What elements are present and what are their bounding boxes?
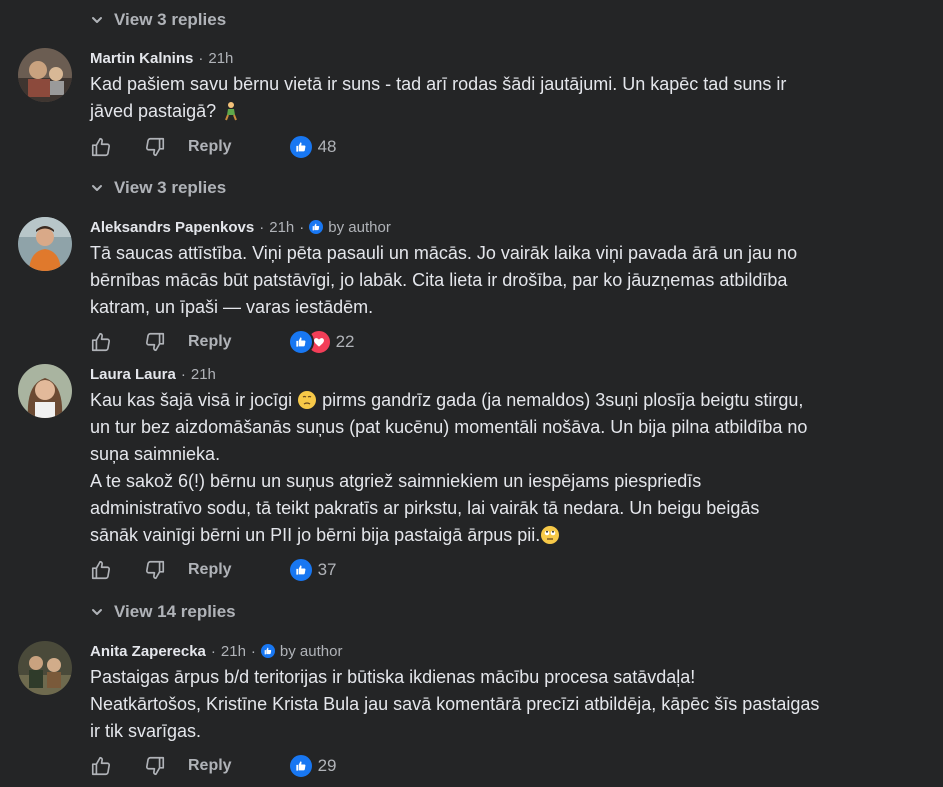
reactions-summary[interactable]: 29 — [287, 753, 337, 779]
comment-author[interactable]: Aleksandrs Papenkovs — [90, 219, 254, 236]
comment-time[interactable]: 21h — [269, 219, 294, 236]
thumbs-down-icon[interactable] — [144, 331, 166, 353]
reply-button[interactable]: Reply — [188, 561, 232, 579]
thumbs-up-icon[interactable] — [90, 559, 112, 581]
reply-button[interactable]: Reply — [188, 757, 232, 775]
comment-text: Kad pašiem savu bērnu vietā ir suns - ta… — [90, 74, 787, 121]
view-replies-button[interactable]: View 3 replies — [90, 9, 226, 31]
view-replies-label: View 3 replies — [114, 10, 227, 29]
reaction-count: 29 — [317, 756, 337, 775]
comment-text: Tā saucas attīstība. Viņi pēta pasauli u… — [90, 243, 798, 317]
thumbs-up-icon[interactable] — [90, 755, 112, 777]
thumbs-up-icon[interactable] — [90, 331, 112, 353]
author-badge-icon — [309, 220, 324, 234]
view-replies-button[interactable]: View 3 replies — [90, 177, 226, 199]
view-replies-label: View 3 replies — [114, 178, 227, 197]
view-replies-button[interactable]: View 14 replies — [90, 601, 236, 623]
like-reaction-icon — [287, 329, 314, 355]
comment-time[interactable]: 21h — [221, 643, 246, 660]
avatar[interactable] — [18, 217, 72, 271]
comment-time[interactable]: 21h — [191, 366, 216, 383]
by-author-label: by author — [328, 218, 391, 236]
comment-text: Kau kas šajā visā ir jocīgi pirms gandrī… — [90, 390, 808, 545]
comment-author[interactable]: Martin Kalnins — [90, 50, 193, 67]
comment-actions: Reply 48 — [90, 134, 337, 160]
reactions-summary[interactable]: 37 — [287, 557, 337, 583]
like-reaction-icon — [287, 753, 314, 779]
chevron-down-icon — [90, 605, 104, 619]
reaction-count: 48 — [317, 137, 337, 156]
like-reaction-icon — [287, 557, 314, 583]
author-badge-icon — [260, 644, 275, 658]
comment-actions: Reply 22 — [90, 329, 355, 355]
reactions-summary[interactable]: 48 — [287, 134, 337, 160]
chevron-down-icon — [90, 181, 104, 195]
comment-actions: Reply 37 — [90, 557, 337, 583]
reaction-count: 37 — [317, 560, 337, 579]
thumbs-up-icon[interactable] — [90, 136, 112, 158]
comment-author[interactable]: Laura Laura — [90, 366, 176, 383]
reactions-summary[interactable]: 22 — [287, 329, 355, 355]
like-reaction-icon — [287, 134, 314, 160]
by-author-label: by author — [279, 642, 343, 660]
comment-actions: Reply 29 — [90, 753, 337, 779]
comment-time[interactable]: 21h — [208, 50, 233, 67]
comment-author[interactable]: Anita Zaperecka — [90, 643, 206, 660]
avatar[interactable] — [18, 641, 72, 695]
view-replies-label: View 14 replies — [114, 602, 236, 621]
thumbs-down-icon[interactable] — [144, 755, 166, 777]
reply-button[interactable]: Reply — [188, 138, 232, 156]
eye-roll-emoji-icon — [541, 526, 560, 544]
avatar[interactable] — [18, 364, 72, 418]
reply-button[interactable]: Reply — [188, 333, 232, 351]
comment-text: Pastaigas ārpus b/d teritorijas ir būtis… — [90, 667, 820, 741]
chevron-down-icon — [90, 13, 104, 27]
avatar[interactable] — [18, 48, 72, 102]
thumbs-down-icon[interactable] — [144, 559, 166, 581]
reaction-count: 22 — [335, 332, 355, 351]
confused-face-emoji-icon — [298, 391, 317, 409]
thumbs-down-icon[interactable] — [144, 136, 166, 158]
person-walking-emoji-icon — [225, 102, 238, 121]
